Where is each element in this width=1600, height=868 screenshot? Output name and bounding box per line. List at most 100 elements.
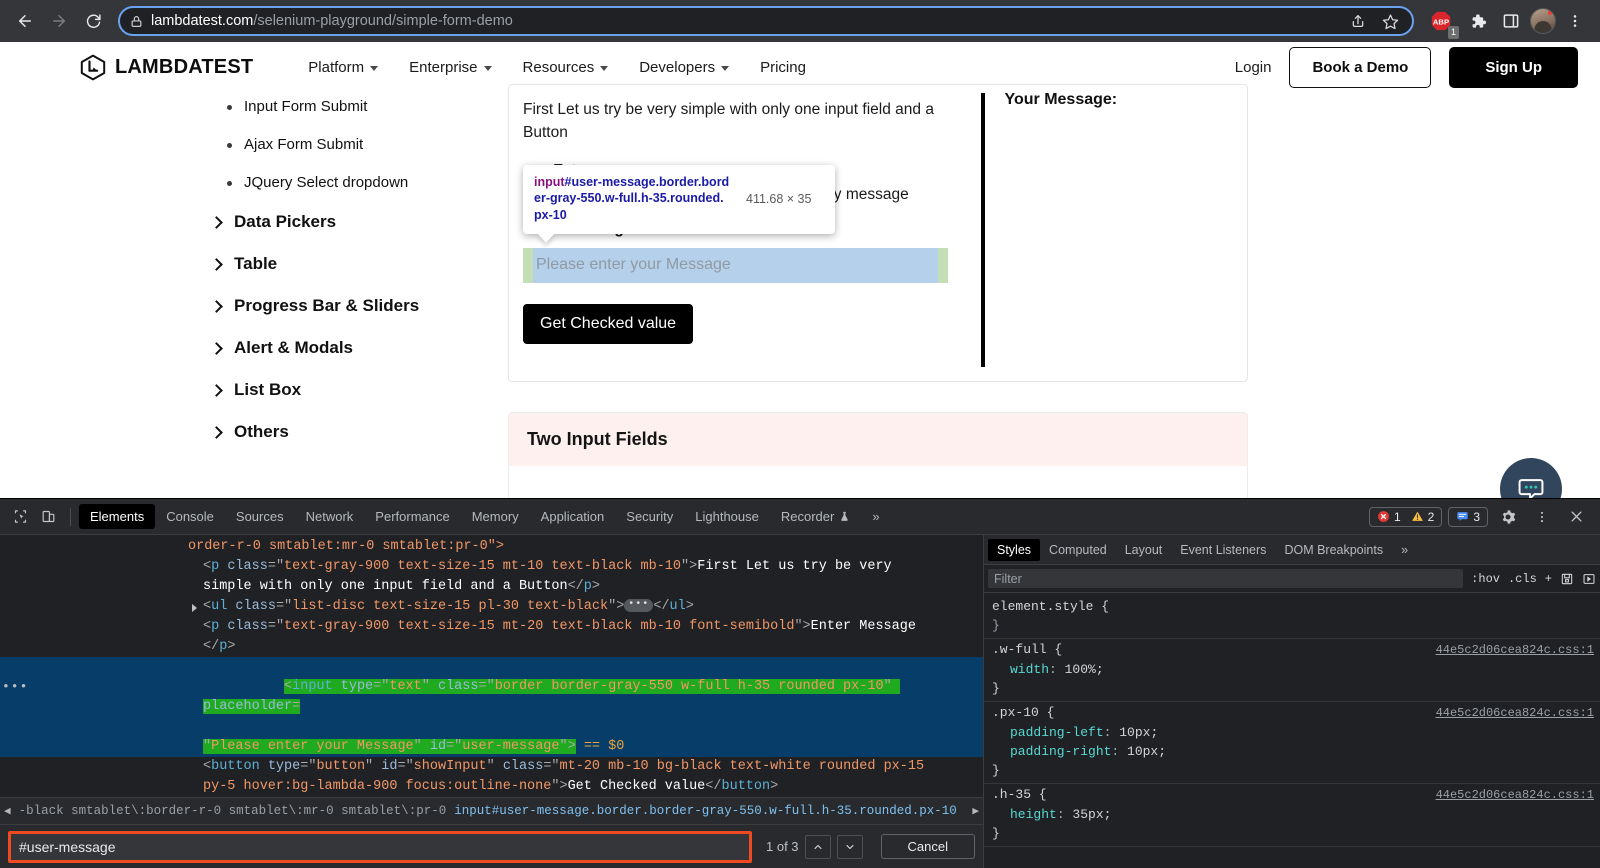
nav-item-enterprise[interactable]: Enterprise [409,59,492,76]
styles-tab-styles[interactable]: Styles [988,538,1041,561]
sidebar-group-others[interactable]: Others [210,422,470,442]
profile-avatar[interactable] [1530,8,1556,34]
css-source-link[interactable]: 44e5c2d06cea824c.css:1 [1436,704,1594,723]
styles-tab-layout[interactable]: Layout [1116,539,1172,561]
dom-row-selected-input-cont[interactable]: "Please enter your Message" id="user-mes… [0,737,983,757]
message-counter[interactable]: 3 [1448,506,1488,527]
sign-up-button[interactable]: Sign Up [1449,46,1578,88]
row-overflow-dots[interactable]: ••• [2,677,28,697]
devtools-more-tabs-button[interactable]: » [861,504,890,529]
css-rule-h-35[interactable]: .h-35 {44e5c2d06cea824c.css:1 height: 35… [984,784,1600,847]
sidebar-item-ajax-form-submit[interactable]: Ajax Form Submit [212,136,470,153]
nav-item-developers[interactable]: Developers [639,59,730,76]
css-source-link[interactable]: 44e5c2d06cea824c.css:1 [1436,641,1594,660]
device-toolbar-icon[interactable] [34,504,62,530]
breadcrumb-parent[interactable]: -black smtablet\:border-r-0 smtablet\:mr… [19,804,447,818]
styles-tab-dom-breakpoints[interactable]: DOM Breakpoints [1275,539,1392,561]
dom-row[interactable]: py-5 hover:bg-lambda-900 focus:outline-n… [0,777,983,797]
sidebar-group-list-box[interactable]: List Box [210,380,470,400]
css-declaration[interactable]: padding-left: 10px; [992,723,1594,742]
computed-styles-sidebar-icon[interactable] [1560,572,1574,586]
devtools-tab-network[interactable]: Network [295,504,365,529]
new-style-rule-button[interactable]: + [1545,572,1552,586]
sidebar-item-input-form-submit[interactable]: Input Form Submit [212,98,470,115]
address-bar[interactable]: lambdatest.com/selenium-playground/simpl… [118,6,1414,36]
css-declaration[interactable]: width: 100%; [992,660,1594,679]
breadcrumb-scroll-left-icon[interactable]: ◀ [4,804,11,818]
warning-counter[interactable]: 2 [1411,510,1434,524]
lambdatest-logo[interactable]: LAMBDATEST [80,54,253,81]
css-source-link[interactable]: 44e5c2d06cea824c.css:1 [1436,786,1594,805]
close-devtools-icon[interactable] [1562,504,1590,530]
side-panel-icon[interactable] [1496,6,1526,36]
styles-tab-event-listeners[interactable]: Event Listeners [1171,539,1275,561]
devtools-tab-elements[interactable]: Elements [79,504,156,529]
forward-button[interactable] [44,6,74,36]
css-declaration[interactable]: padding-right: 10px; [992,742,1594,761]
cls-toggle[interactable]: .cls [1508,572,1537,586]
devtools-tab-performance[interactable]: Performance [364,504,460,529]
devtools-tab-security[interactable]: Security [615,504,684,529]
devtools-tab-recorder[interactable]: Recorder [770,504,861,529]
search-cancel-button[interactable]: Cancel [880,834,975,859]
issue-counters[interactable]: 1 2 [1368,506,1443,527]
share-icon[interactable] [1346,9,1370,33]
toggle-sidebar-icon[interactable] [1582,572,1596,586]
sidebar-group-data-pickers[interactable]: Data Pickers [210,212,470,232]
sidebar-item-jquery-select-dropdown[interactable]: JQuery Select dropdown [212,174,470,191]
devtools-tab-lighthouse[interactable]: Lighthouse [684,504,770,529]
css-rule-element-style[interactable]: element.style { } [984,596,1600,639]
nav-item-pricing[interactable]: Pricing [760,59,806,76]
dom-tree[interactable]: order-r-0 smtablet:mr-0 smtablet:pr-0"> … [0,535,983,797]
styles-filter-input[interactable]: Filter [988,569,1464,588]
reload-button[interactable] [78,6,108,36]
styles-more-tabs-button[interactable]: » [1392,539,1417,561]
expand-triangle-icon[interactable] [192,604,197,612]
settings-gear-icon[interactable] [1494,504,1522,530]
nav-item-platform[interactable]: Platform [308,59,379,76]
breadcrumb-current[interactable]: input#user-message.border.border-gray-55… [454,804,957,818]
sidebar-group-alert-modals[interactable]: Alert & Modals [210,338,470,358]
expand-ellipsis-button[interactable]: ••• [624,598,654,612]
dom-search-input[interactable]: #user-message [8,830,752,863]
dom-row[interactable]: simple with only one input field and a B… [0,577,983,597]
css-rule-px-10[interactable]: .px-10 {44e5c2d06cea824c.css:1 padding-l… [984,702,1600,784]
nav-item-resources[interactable]: Resources [523,59,609,76]
sidebar-group-table[interactable]: Table [210,254,470,274]
sidebar-item-label: JQuery Select dropdown [244,174,409,191]
breadcrumb-scroll-right-icon[interactable]: ▶ [972,804,979,818]
get-checked-value-button[interactable]: Get Checked value [523,303,694,344]
dom-row[interactable]: <button type="button" id="showInput" cla… [0,757,983,777]
chat-widget-button[interactable] [1500,458,1562,498]
css-declaration[interactable]: height: 35px; [992,805,1594,824]
login-link[interactable]: Login [1235,59,1272,76]
search-previous-button[interactable] [804,834,831,859]
hov-toggle[interactable]: :hov [1471,572,1500,586]
bookmark-star-icon[interactable] [1378,9,1402,33]
devtools-tab-console[interactable]: Console [155,504,225,529]
sidebar-group-progress-bar-sliders[interactable]: Progress Bar & Sliders [210,296,470,316]
search-next-button[interactable] [836,834,863,859]
css-rule-w-full[interactable]: .w-full {44e5c2d06cea824c.css:1 width: 1… [984,639,1600,702]
chrome-menu-icon[interactable] [1560,6,1590,36]
devtools-menu-icon[interactable] [1528,504,1556,530]
dom-row[interactable]: order-r-0 smtablet:mr-0 smtablet:pr-0"> [0,537,983,557]
user-message-input[interactable]: Please enter your Message input#user-mes… [523,164,948,283]
back-button[interactable] [10,6,40,36]
dom-row[interactable]: <p class="text-gray-900 text-size-15 mt-… [0,617,983,637]
book-a-demo-button[interactable]: Book a Demo [1289,46,1432,88]
devtools-tab-memory[interactable]: Memory [461,504,530,529]
devtools-inspect-tooltip: input#user-message.border.border-gray-55… [523,164,835,243]
dom-row[interactable]: <p class="text-gray-900 text-size-15 mt-… [0,557,983,577]
error-counter[interactable]: 1 [1377,510,1401,524]
inspect-element-icon[interactable] [6,504,34,530]
dom-row[interactable]: <ul class="list-disc text-size-15 pl-30 … [0,597,983,617]
css-rules-list[interactable]: element.style { } .w-full {44e5c2d06cea8… [984,593,1600,868]
devtools-tab-sources[interactable]: Sources [225,504,295,529]
dom-row[interactable]: </p> [0,637,983,657]
extensions-puzzle-icon[interactable] [1462,6,1492,36]
dom-row-selected-input[interactable]: ••• <input type="text" class="border bord… [0,657,983,737]
adblock-extension-button[interactable]: ABP 1 [1424,6,1459,39]
styles-tab-computed[interactable]: Computed [1040,539,1116,561]
devtools-tab-application[interactable]: Application [530,504,616,529]
